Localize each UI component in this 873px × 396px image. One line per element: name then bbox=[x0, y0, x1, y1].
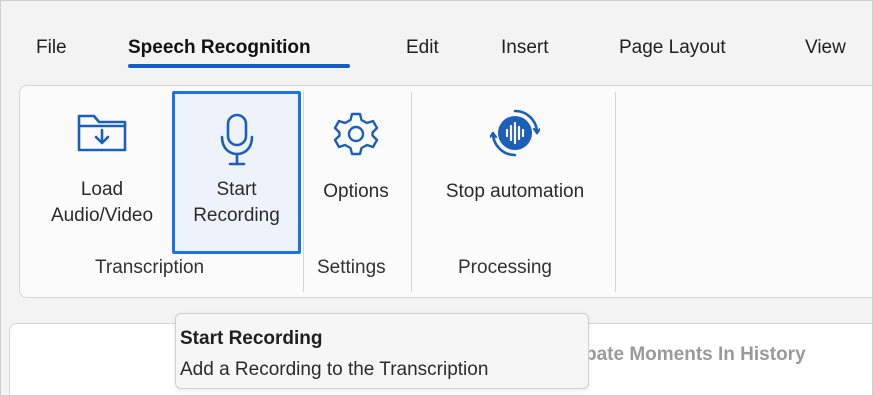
microphone-icon bbox=[217, 112, 257, 173]
options-button[interactable]: Options bbox=[306, 86, 406, 246]
group-label-settings: Settings bbox=[317, 257, 386, 278]
load-audio-video-button[interactable]: Load Audio/Video bbox=[32, 86, 172, 246]
menu-insert[interactable]: Insert bbox=[501, 37, 549, 59]
ribbon-panel: Load Audio/Video Start Recording Options… bbox=[19, 85, 872, 298]
start-label-line2: Recording bbox=[193, 205, 280, 226]
app-window: File Speech Recognition Edit Insert Page… bbox=[0, 0, 873, 396]
menu-speech-recognition[interactable]: Speech Recognition bbox=[128, 37, 311, 59]
start-recording-tooltip: Start Recording Add a Recording to the T… bbox=[175, 313, 589, 389]
gear-icon bbox=[332, 110, 380, 163]
group-separator bbox=[303, 92, 304, 292]
group-label-transcription: Transcription bbox=[95, 257, 205, 278]
start-recording-button[interactable]: Start Recording bbox=[172, 91, 301, 254]
group-separator bbox=[411, 92, 412, 292]
menu-view[interactable]: View bbox=[805, 37, 846, 59]
stop-automation-label: Stop automation bbox=[445, 181, 585, 202]
group-separator bbox=[615, 92, 616, 292]
active-tab-indicator bbox=[128, 64, 350, 68]
audio-wave-circle-icon bbox=[488, 108, 542, 163]
document-title: bate Moments In History bbox=[585, 344, 806, 365]
load-label-line1: Load bbox=[80, 179, 124, 200]
menu-bar: File Speech Recognition Edit Insert Page… bbox=[1, 1, 872, 81]
tooltip-description: Add a Recording to the Transcription bbox=[180, 359, 489, 380]
menu-page-layout[interactable]: Page Layout bbox=[619, 37, 726, 59]
tooltip-title: Start Recording bbox=[180, 328, 323, 349]
load-label-line2: Audio/Video bbox=[50, 205, 154, 226]
options-label: Options bbox=[323, 181, 389, 202]
menu-file[interactable]: File bbox=[36, 37, 67, 59]
folder-download-icon bbox=[74, 108, 130, 161]
group-label-processing: Processing bbox=[458, 257, 552, 278]
menu-edit[interactable]: Edit bbox=[406, 37, 439, 59]
start-label-line1: Start bbox=[216, 179, 257, 200]
stop-automation-button[interactable]: Stop automation bbox=[416, 86, 614, 246]
